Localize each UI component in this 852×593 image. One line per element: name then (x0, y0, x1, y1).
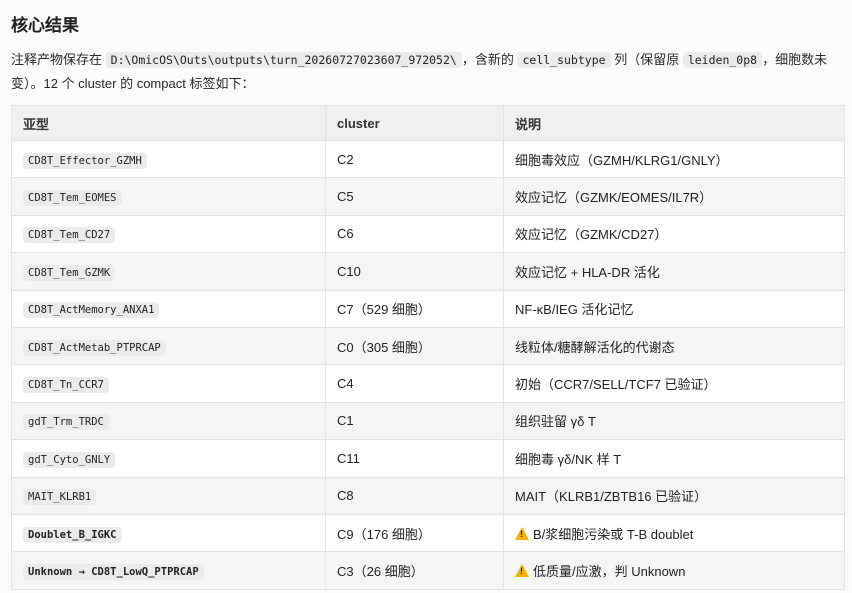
cluster-cell: C0（305 细胞） (325, 326, 504, 366)
description-text: 细胞毒效应（GZMH/KLRG1/GNLY） (515, 152, 729, 168)
table-header-row: 亚型 cluster 说明 (11, 105, 845, 141)
table-row: CD8T_Tn_CCR7 C4 初始（CCR7/SELL/TCF7 已验证） (11, 364, 845, 403)
subtype-label: MAIT_KLRB1 (23, 489, 97, 506)
subtype-label: Unknown → CD8T_LowQ_PTPRCAP (23, 563, 204, 580)
description-text: 效应记忆 + HLA-DR 活化 (515, 264, 660, 280)
description-cell: NF-κB/IEG 活化记忆 (503, 289, 845, 328)
subtype-cell: Unknown → CD8T_LowQ_PTPRCAP (11, 551, 326, 590)
header-description: 说明 (503, 105, 845, 141)
description-cell: MAIT（KLRB1/ZBTB16 已验证） (503, 476, 845, 515)
table-row: gdT_Trm_TRDC C1 组织驻留 γδ T (11, 401, 845, 441)
subtype-label: CD8T_ActMetab_PTPRCAP (23, 339, 166, 356)
description-text: NF-κB/IEG 活化记忆 (515, 302, 634, 318)
table-row: CD8T_ActMemory_ANXA1 C7（529 细胞） NF-κB/IEG … (11, 289, 845, 328)
description-text: 低质量/应激，判 Unknown (533, 563, 686, 579)
subtype-label: CD8T_Tem_EOMES (23, 190, 122, 207)
subtype-cell: gdT_Trm_TRDC (11, 401, 326, 441)
description-cell: B/浆细胞污染或 T-B doublet (503, 513, 845, 553)
intro-text-3: 列（保留原 (614, 52, 680, 67)
warning-icon (515, 563, 529, 577)
description-cell: 低质量/应激，判 Unknown (503, 551, 845, 590)
table-row: gdT_Cyto_GNLY C11 细胞毒 γδ/NK 样 T (11, 439, 845, 478)
subtype-cell: CD8T_Effector_GZMH (11, 139, 326, 179)
cluster-cell: C5 (325, 177, 504, 216)
description-cell: 细胞毒 γδ/NK 样 T (503, 439, 845, 478)
description-text: 细胞毒 γδ/NK 样 T (515, 451, 622, 467)
subtype-label: CD8T_Tem_GZMK (23, 264, 116, 281)
intro-paragraph: 注释产物保存在 D:\OmicOS\Outs\outputs\turn_2026… (11, 48, 841, 95)
column-name: cell_subtype (517, 52, 611, 68)
cluster-cell: C3（26 细胞） (325, 551, 504, 590)
cluster-cell: C11 (325, 439, 504, 478)
intro-text-1: 注释产物保存在 (11, 52, 103, 67)
table-row: CD8T_ActMetab_PTPRCAP C0（305 细胞） 线粒体/糖酵解活化… (11, 326, 845, 366)
cluster-cell: C4 (325, 364, 504, 403)
description-cell: 细胞毒效应（GZMH/KLRG1/GNLY） (503, 139, 845, 179)
description-text: 效应记忆（GZMK/EOMES/IL7R） (515, 190, 713, 206)
description-text: B/浆细胞污染或 T-B doublet (533, 526, 694, 542)
cluster-cell: C8 (325, 476, 504, 515)
table-row: CD8T_Tem_CD27 C6 效应记忆（GZMK/CD27） (11, 214, 845, 254)
subtype-label: gdT_Cyto_GNLY (23, 451, 116, 468)
original-column: leiden_0p8 (682, 52, 763, 68)
description-text: 效应记忆（GZMK/CD27） (515, 227, 668, 243)
intro-text-2: ，含新的 (461, 52, 514, 67)
subtype-label: gdT_Trm_TRDC (23, 414, 109, 431)
subtype-cell: Doublet_B_IGKC (11, 513, 326, 553)
description-cell: 线粒体/糖酵解活化的代谢态 (503, 326, 845, 366)
output-path: D:\OmicOS\Outs\outputs\turn_202607270236… (105, 52, 462, 68)
subtype-cell: CD8T_Tn_CCR7 (11, 364, 326, 403)
table-row: Doublet_B_IGKC C9（176 细胞） B/浆细胞污染或 T-B dou… (11, 513, 845, 553)
table-row: MAIT_KLRB1 C8 MAIT（KLRB1/ZBTB16 已验证） (11, 476, 845, 515)
description-cell: 组织驻留 γδ T (503, 401, 845, 441)
description-cell: 效应记忆（GZMK/CD27） (503, 214, 845, 254)
subtype-cell: MAIT_KLRB1 (11, 476, 326, 515)
description-text: 组织驻留 γδ T (515, 414, 596, 430)
cluster-cell: C2 (325, 139, 504, 179)
cluster-cell: C10 (325, 252, 504, 291)
subtype-cell: CD8T_ActMemory_ANXA1 (11, 289, 326, 328)
content: 核心结果 注释产物保存在 D:\OmicOS\Outs\outputs\turn… (0, 0, 852, 590)
table-row: CD8T_Tem_EOMES C5 效应记忆（GZMK/EOMES/IL7R） (11, 177, 845, 216)
subtype-label: CD8T_Effector_GZMH (23, 152, 147, 169)
cluster-cell: C1 (325, 401, 504, 441)
subtype-cell: CD8T_Tem_EOMES (11, 177, 326, 216)
description-cell: 效应记忆（GZMK/EOMES/IL7R） (503, 177, 845, 216)
table-row: CD8T_Effector_GZMH C2 细胞毒效应（GZMH/KLRG1/GNL… (11, 139, 845, 179)
header-cluster: cluster (325, 105, 504, 141)
subtype-label: Doublet_B_IGKC (23, 526, 122, 543)
table-row: CD8T_Tem_GZMK C10 效应记忆 + HLA-DR 活化 (11, 252, 845, 291)
subtype-label: CD8T_Tem_CD27 (23, 227, 116, 244)
description-cell: 效应记忆 + HLA-DR 活化 (503, 252, 845, 291)
cluster-cell: C6 (325, 214, 504, 254)
subtype-label: CD8T_ActMemory_ANXA1 (23, 302, 160, 319)
table-row: Unknown → CD8T_LowQ_PTPRCAP C3（26 细胞） 低质量/… (11, 551, 845, 590)
warning-icon (515, 526, 529, 540)
description-text: MAIT（KLRB1/ZBTB16 已验证） (515, 489, 708, 505)
subtype-cell: CD8T_ActMetab_PTPRCAP (11, 326, 326, 366)
description-text: 初始（CCR7/SELL/TCF7 已验证） (515, 377, 717, 393)
subtype-label: CD8T_Tn_CCR7 (23, 377, 109, 394)
description-text: 线粒体/糖酵解活化的代谢态 (515, 339, 675, 355)
description-cell: 初始（CCR7/SELL/TCF7 已验证） (503, 364, 845, 403)
section-heading: 核心结果 (11, 16, 79, 35)
cluster-cell: C7（529 细胞） (325, 289, 504, 328)
subtype-cell: CD8T_Tem_GZMK (11, 252, 326, 291)
cluster-table: 亚型 cluster 说明 CD8T_Effector_GZMH C2 细胞毒效应（… (11, 105, 845, 590)
cluster-cell: C9（176 细胞） (325, 513, 504, 553)
header-subtype: 亚型 (11, 105, 326, 141)
subtype-cell: gdT_Cyto_GNLY (11, 439, 326, 478)
subtype-cell: CD8T_Tem_CD27 (11, 214, 326, 254)
